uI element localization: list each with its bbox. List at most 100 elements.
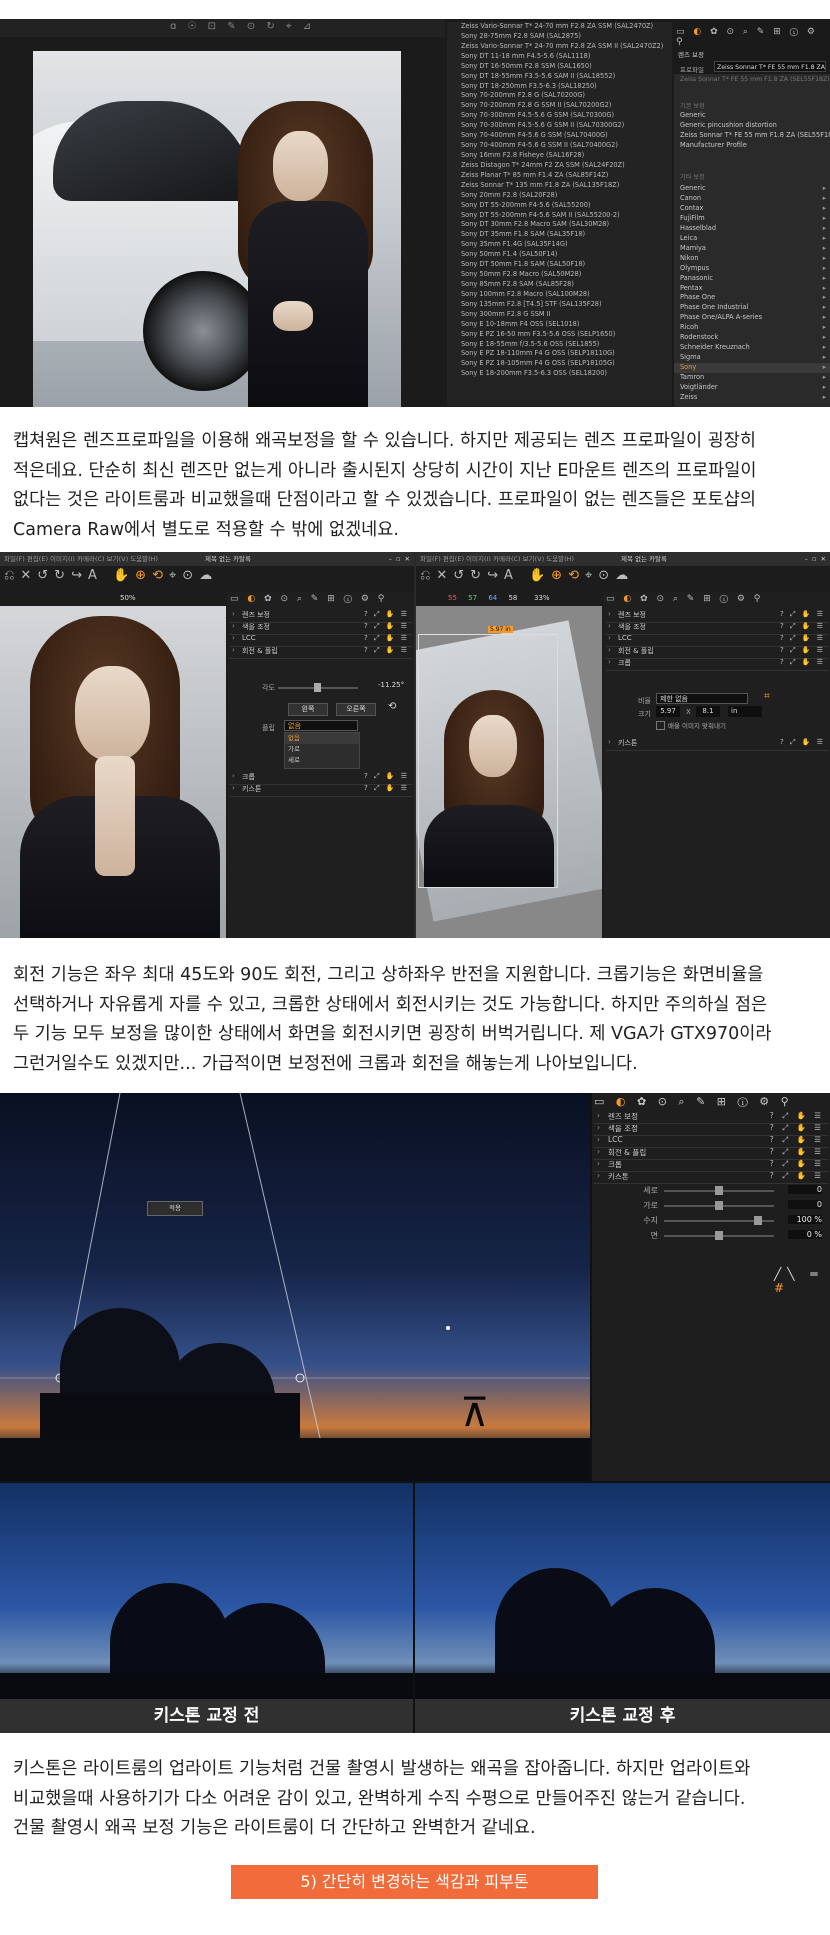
flip-option-none[interactable]: 없음	[285, 733, 359, 744]
keystone-panel-icons[interactable]: ▭ ◐ ✿ ⊙ ⌕ ✎ ⊞ ⓘ ⚙ ⚲	[594, 1095, 828, 1109]
manufacturer-menu-item[interactable]: Tamron ▸	[674, 373, 830, 383]
keystone-apply-button[interactable]: 적용	[147, 1201, 203, 1216]
tool-actions-icon[interactable]: ? ⤢ ✋ ☰	[780, 658, 825, 667]
manufacturer-menu-item[interactable]: Rodenstock ▸	[674, 333, 830, 343]
slider-handle[interactable]	[715, 1201, 723, 1210]
lens-list-item[interactable]: Sony 20mm F2.8 (SAL20F28)	[461, 191, 672, 201]
lens-list-item[interactable]: Sony DT 35mm F1.8 SAM (SAL35F18)	[461, 230, 672, 240]
lens-list-item[interactable]: Sony 50mm F2.8 Macro (SAL50M28)	[461, 270, 672, 280]
slider-handle[interactable]	[754, 1216, 762, 1225]
slider-value[interactable]: 0	[788, 1200, 822, 1209]
manufacturer-menu-item[interactable]: Canon ▸	[674, 194, 830, 204]
tool-section-header[interactable]: › 크롭 ? ⤢ ✋ ☰	[606, 658, 828, 671]
tool-actions-icon[interactable]: ? ⤢ ✋ ☰	[770, 1135, 824, 1145]
tool-actions-icon[interactable]: ? ⤢ ✋ ☰	[780, 634, 825, 643]
lens-list-item[interactable]: Sony DT 55-200mm F4-5.6 (SAL55200)	[461, 201, 672, 211]
profile-menu-item[interactable]: Generic	[674, 111, 830, 121]
tool-actions-icon[interactable]: ? ⤢ ✋ ☰	[780, 646, 825, 655]
keystone-mode-icons[interactable]: ╱╲ ═ #	[774, 1267, 830, 1295]
tool-actions-icon[interactable]: ? ⤢ ✋ ☰	[780, 738, 825, 747]
lens-list-item[interactable]: Sony 70-200mm F2.8 G SSM II (SAL70200G2)	[461, 101, 672, 111]
lens-list-item[interactable]: Sony DT 18-250mm F3.5-6.3 (SAL18250)	[461, 82, 672, 92]
tool-actions-icon[interactable]: ? ⤢ ✋ ☰	[780, 622, 825, 631]
tool-section-header[interactable]: › 키스톤 ? ⤢ ✋ ☰	[594, 1171, 828, 1184]
crop-panel-icons[interactable]: ▭ ◐ ✿ ⊙ ⌕ ✎ ⊞ ⓘ ⚙ ⚲	[606, 594, 828, 604]
lens-list-item[interactable]: Sony E PZ 18-110mm F4 G OSS (SELP18110G)	[461, 349, 672, 359]
lens-list-item[interactable]: Sony 50mm F1.4 (SAL50F14)	[461, 250, 672, 260]
manufacturer-menu-item[interactable]: Phase One Industrial ▸	[674, 303, 830, 313]
manufacturer-menu-item[interactable]: Phase One/ALPA A-series ▸	[674, 313, 830, 323]
tool-actions-icon[interactable]: ? ⤢ ✋ ☰	[770, 1123, 824, 1133]
lens-list-item[interactable]: Zeiss Sonnar T* 135 mm F1.8 ZA (SAL135F1…	[461, 181, 672, 191]
lens-list-item[interactable]: Zeiss Vario-Sonnar T* 24-70 mm F2.8 ZA S…	[461, 42, 672, 52]
lens-list-item[interactable]: Zeiss Planar T* 85 mm F1.4 ZA (SAL85F14Z…	[461, 171, 672, 181]
lens-list-item[interactable]: Sony DT 11-18 mm F4.5-5.6 (SAL1118)	[461, 52, 672, 62]
tool-actions-icon[interactable]: ? ⤢ ✋ ☰	[770, 1111, 824, 1121]
ratio-select[interactable]: 제한 없음	[656, 693, 748, 704]
rotate-reset-icon[interactable]: ⟲	[388, 701, 396, 712]
lens-list-item[interactable]: Sony 70-200mm F2.8 G (SAL70200G)	[461, 91, 672, 101]
flip-select[interactable]: 없음	[284, 720, 358, 731]
tool-section-header[interactable]: › 키스톤 ? ⤢ ✋ ☰	[606, 738, 828, 751]
tool-actions-icon[interactable]: ? ⤢ ✋ ☰	[770, 1159, 824, 1169]
crop-window-controls[interactable]: – ▫ ✕	[805, 552, 826, 566]
lens-list-item[interactable]: Sony E PZ 16-50 mm F3.5-5.6 OSS (SELP165…	[461, 330, 672, 340]
crop-lock-icon[interactable]: ⌗	[764, 691, 770, 702]
manufacturer-menu-item[interactable]: FujiFilm ▸	[674, 214, 830, 224]
window-controls[interactable]: – ▫ ✕	[389, 552, 410, 566]
tool-actions-icon[interactable]: ? ⤢ ✋ ☰	[770, 1147, 824, 1157]
slider-value[interactable]: 0 %	[788, 1230, 822, 1239]
tool-actions-icon[interactable]: ? ⤢ ✋ ☰	[364, 646, 409, 655]
manufacturer-menu-item[interactable]: Hasselblad ▸	[674, 224, 830, 234]
manufacturer-menu-item[interactable]: Panasonic ▸	[674, 274, 830, 284]
manufacturer-menu-item[interactable]: Contax ▸	[674, 204, 830, 214]
lens-list-item[interactable]: Sony E 18-55mm f/3.5-5.6 OSS (SEL1855)	[461, 340, 672, 350]
tool-actions-icon[interactable]: ? ⤢ ✋ ☰	[770, 1171, 824, 1181]
lens-list-item[interactable]: Sony DT 30mm F2.8 Macro SAM (SAL30M28)	[461, 220, 672, 230]
manufacturer-menu-item[interactable]: Pentax ▸	[674, 284, 830, 294]
lens-list-item[interactable]: Sony 35mm F1.4G (SAL35F14G)	[461, 240, 672, 250]
manufacturer-menu-item[interactable]: Phase One ▸	[674, 293, 830, 303]
toolbar-icons[interactable]: ɑ ☉ ⊡ ✎ ⊙ ↻ ⌖ ⊿	[170, 21, 315, 32]
lens-list-item[interactable]: Sony 70-300mm F4.5-5.6 G SSM II (SAL7030…	[461, 121, 672, 131]
angle-value[interactable]: -11.25°	[378, 681, 404, 689]
profile-select[interactable]: Zeiss Sonnar T* FE 55 mm F1.8 ZA (S	[714, 61, 826, 72]
lens-list-item[interactable]: Sony E PZ 18-105mm F4 G OSS (SELP18105G)	[461, 359, 672, 369]
tool-actions-icon[interactable]: ? ⤢ ✋ ☰	[364, 772, 409, 781]
manufacturer-menu-item[interactable]: Mamiya ▸	[674, 244, 830, 254]
manufacturer-menu-item[interactable]: Voigtländer ▸	[674, 383, 830, 393]
profile-menu-item[interactable]: Generic pincushion distortion	[674, 121, 830, 131]
tool-actions-icon[interactable]: ? ⤢ ✋ ☰	[364, 784, 409, 793]
flip-dropdown[interactable]: 없음 가로 세로	[284, 732, 360, 769]
slider-value[interactable]: 0	[788, 1185, 822, 1194]
manufacturer-menu-item[interactable]: Ricoh ▸	[674, 323, 830, 333]
tool-actions-icon[interactable]: ? ⤢ ✋ ☰	[364, 610, 409, 619]
size-unit[interactable]: in	[728, 706, 762, 717]
tool-section-header[interactable]: › 키스톤 ? ⤢ ✋ ☰	[230, 784, 412, 797]
lens-profile-list[interactable]: Zeiss Vario-Sonnar T* 24-70 mm F2.8 ZA S…	[447, 22, 672, 406]
lens-list-item[interactable]: Sony 28-75mm F2.8 SAM (SAL2875)	[461, 32, 672, 42]
profile-menu-item[interactable]: Manufacturer Profile	[674, 141, 830, 151]
lens-list-item[interactable]: Sony 16mm F2.8 Fisheye (SAL16F28)	[461, 151, 672, 161]
lens-list-item[interactable]: Sony DT 55-200mm F4-5.6 SAM II (SAL55200…	[461, 211, 672, 221]
manufacturer-menu-item[interactable]: Schneider Kreuznach ▸	[674, 343, 830, 353]
lens-list-item[interactable]: Sony 70-300mm F4.5-5.6 G SSM (SAL70300G)	[461, 111, 672, 121]
size-width[interactable]: 5.97	[656, 706, 680, 717]
lens-list-item[interactable]: Sony E 18-200mm F3.5-6.3 OSS (SEL18200)	[461, 369, 672, 379]
rotate-right-button[interactable]: 오른쪽	[336, 703, 376, 716]
lens-list-item[interactable]: Sony 300mm F2.8 G SSM II	[461, 310, 672, 320]
panel-icon-row[interactable]: ▭ ◐ ✿ ⊙ ⌕ ✎ ⊞ ⓘ ⚙ ⚲	[676, 27, 826, 47]
section-heading-button[interactable]: 5) 간단히 변경하는 색감과 피부톤	[231, 1865, 598, 1899]
tool-actions-icon[interactable]: ? ⤢ ✋ ☰	[364, 634, 409, 643]
lens-list-item[interactable]: Zeiss Distagon T* 24mm F2 ZA SSM (SAL24F…	[461, 161, 672, 171]
crop-frame[interactable]	[418, 634, 558, 888]
slider-value[interactable]: 100 %	[788, 1215, 822, 1224]
lens-list-item[interactable]: Sony 135mm F2.8 [T4.5] STF (SAL135F28)	[461, 300, 672, 310]
angle-slider-handle[interactable]	[314, 683, 321, 692]
lens-list-item[interactable]: Sony 70-400mm F4-5.6 G SSM (SAL70400G)	[461, 131, 672, 141]
manufacturer-menu-item[interactable]: Sony ▸	[674, 363, 830, 374]
flip-option-vertical[interactable]: 세로	[285, 755, 359, 766]
profile-menu-item[interactable]: Zeiss Sonnar T* FE 55 mm F1.8 ZA (SEL55F…	[674, 131, 830, 141]
rotate-left-button[interactable]: 왼쪽	[288, 703, 328, 716]
tool-section-header[interactable]: › 회전 & 플립 ? ⤢ ✋ ☰	[230, 646, 412, 659]
